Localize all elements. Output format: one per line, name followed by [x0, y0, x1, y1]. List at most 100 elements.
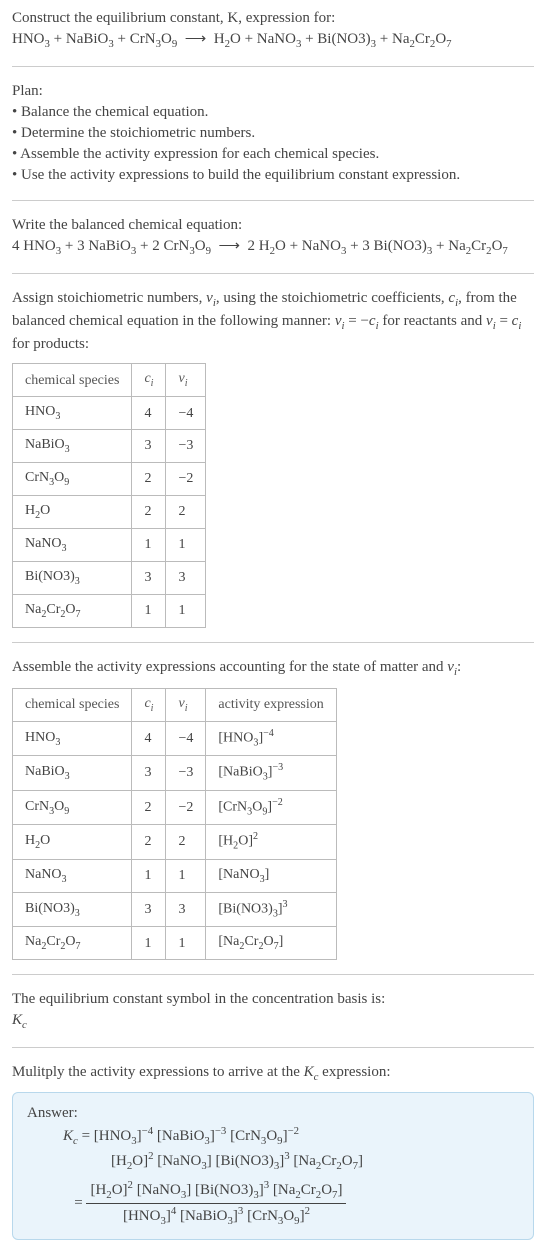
table-row: Na2Cr2O711[Na2Cr2O7] [13, 927, 337, 960]
table-row: HNO34−4[HNO3]−4 [13, 721, 337, 756]
table-row: Na2Cr2O711 [13, 594, 206, 627]
table-row: CrN3O92−2[CrN3O9]−2 [13, 790, 337, 825]
cell-species: CrN3O9 [13, 790, 132, 825]
kc-expression: Kc = [HNO3]−4 [NaBiO3]−3 [CrN3O9]−2 [H2O… [63, 1124, 519, 1229]
divider [12, 974, 534, 975]
cell-species: NaNO3 [13, 859, 132, 892]
assemble-text: Assemble the activity expressions accoun… [12, 657, 534, 680]
table-row: NaNO311[NaNO3] [13, 859, 337, 892]
plan-item: • Assemble the activity expression for e… [12, 144, 534, 165]
cell-activity: [HNO3]−4 [206, 721, 336, 756]
cell-v: −3 [166, 430, 206, 463]
stoich-table: chemical species ci νi HNO34−4 NaBiO33−3… [12, 363, 206, 627]
cell-activity: [H2O]2 [206, 825, 336, 860]
assign-text: Assign stoichiometric numbers, νi, using… [12, 288, 534, 355]
cell-species: H2O [13, 825, 132, 860]
cell-c: 3 [132, 756, 166, 791]
table-row: Bi(NO3)333[Bi(NO3)3]3 [13, 892, 337, 927]
table-row: HNO34−4 [13, 397, 206, 430]
kc-line2: [H2O]2 [NaNO3] [Bi(NO3)3]3 [Na2Cr2O7] [111, 1149, 519, 1174]
cell-v: −4 [166, 397, 206, 430]
divider [12, 273, 534, 274]
cell-c: 4 [132, 721, 166, 756]
cell-species: H2O [13, 496, 132, 529]
col-activity: activity expression [206, 688, 336, 721]
kc-denominator: [HNO3]4 [NaBiO3]3 [CrN3O9]2 [86, 1204, 346, 1229]
divider [12, 642, 534, 643]
answer-label: Answer: [27, 1103, 519, 1124]
cell-v: 3 [166, 561, 206, 594]
cell-species: Na2Cr2O7 [13, 594, 132, 627]
divider [12, 66, 534, 67]
cell-c: 2 [132, 496, 166, 529]
cell-c: 2 [132, 790, 166, 825]
kc-symbol: Kc [12, 1010, 534, 1033]
table-row: H2O22 [13, 496, 206, 529]
cell-species: Bi(NO3)3 [13, 561, 132, 594]
col-species: chemical species [13, 688, 132, 721]
cell-species: HNO3 [13, 397, 132, 430]
activity-table: chemical species ci νi activity expressi… [12, 688, 337, 961]
cell-species: NaNO3 [13, 528, 132, 561]
plan-item: • Determine the stoichiometric numbers. [12, 123, 534, 144]
balanced-heading: Write the balanced chemical equation: [12, 215, 534, 236]
kc-basis-text: The equilibrium constant symbol in the c… [12, 989, 534, 1010]
divider [12, 200, 534, 201]
cell-c: 2 [132, 463, 166, 496]
cell-species: Na2Cr2O7 [13, 927, 132, 960]
cell-v: −2 [166, 790, 206, 825]
cell-v: −3 [166, 756, 206, 791]
col-vi: νi [166, 688, 206, 721]
table-header-row: chemical species ci νi [13, 364, 206, 397]
table-row: CrN3O92−2 [13, 463, 206, 496]
cell-c: 4 [132, 397, 166, 430]
cell-activity: [Bi(NO3)3]3 [206, 892, 336, 927]
plan-heading: Plan: [12, 81, 534, 102]
cell-v: 1 [166, 528, 206, 561]
cell-v: 1 [166, 927, 206, 960]
cell-v: 2 [166, 825, 206, 860]
col-ci: ci [132, 688, 166, 721]
cell-species: CrN3O9 [13, 463, 132, 496]
kc-fraction-line: = [H2O]2 [NaNO3] [Bi(NO3)3]3 [Na2Cr2O7] … [63, 1178, 519, 1229]
table-row: NaBiO33−3[NaBiO3]−3 [13, 756, 337, 791]
table-row: NaNO311 [13, 528, 206, 561]
cell-v: −4 [166, 721, 206, 756]
kc-fraction: [H2O]2 [NaNO3] [Bi(NO3)3]3 [Na2Cr2O7] [H… [86, 1178, 346, 1229]
col-vi: νi [166, 364, 206, 397]
plan-item: • Balance the chemical equation. [12, 102, 534, 123]
cell-species: NaBiO3 [13, 430, 132, 463]
title-text: Construct the equilibrium constant, K, e… [12, 10, 335, 26]
cell-activity: [Na2Cr2O7] [206, 927, 336, 960]
col-species: chemical species [13, 364, 132, 397]
kc-line1: Kc = [HNO3]−4 [NaBiO3]−3 [CrN3O9]−2 [63, 1124, 519, 1149]
cell-c: 1 [132, 528, 166, 561]
divider [12, 1047, 534, 1048]
balanced-equation: 4 HNO3 + 3 NaBiO3 + 2 CrN3O9 ⟶ 2 H2O + N… [12, 236, 534, 259]
plan-item: • Use the activity expressions to build … [12, 165, 534, 186]
unbalanced-equation: HNO3 + NaBiO3 + CrN3O9 ⟶ H2O + NaNO3 + B… [12, 29, 534, 52]
cell-species: HNO3 [13, 721, 132, 756]
answer-box: Answer: Kc = [HNO3]−4 [NaBiO3]−3 [CrN3O9… [12, 1092, 534, 1240]
cell-v: −2 [166, 463, 206, 496]
cell-activity: [NaNO3] [206, 859, 336, 892]
cell-activity: [CrN3O9]−2 [206, 790, 336, 825]
cell-v: 1 [166, 594, 206, 627]
cell-c: 1 [132, 594, 166, 627]
cell-species: Bi(NO3)3 [13, 892, 132, 927]
cell-v: 1 [166, 859, 206, 892]
table-row: NaBiO33−3 [13, 430, 206, 463]
multiply-text: Mulitply the activity expressions to arr… [12, 1062, 534, 1085]
table-row: H2O22[H2O]2 [13, 825, 337, 860]
cell-species: NaBiO3 [13, 756, 132, 791]
cell-c: 1 [132, 927, 166, 960]
cell-c: 1 [132, 859, 166, 892]
cell-c: 3 [132, 892, 166, 927]
kc-numerator: [H2O]2 [NaNO3] [Bi(NO3)3]3 [Na2Cr2O7] [86, 1178, 346, 1204]
table-row: Bi(NO3)333 [13, 561, 206, 594]
title-line: Construct the equilibrium constant, K, e… [12, 8, 534, 29]
cell-c: 2 [132, 825, 166, 860]
cell-v: 2 [166, 496, 206, 529]
cell-c: 3 [132, 561, 166, 594]
table-header-row: chemical species ci νi activity expressi… [13, 688, 337, 721]
